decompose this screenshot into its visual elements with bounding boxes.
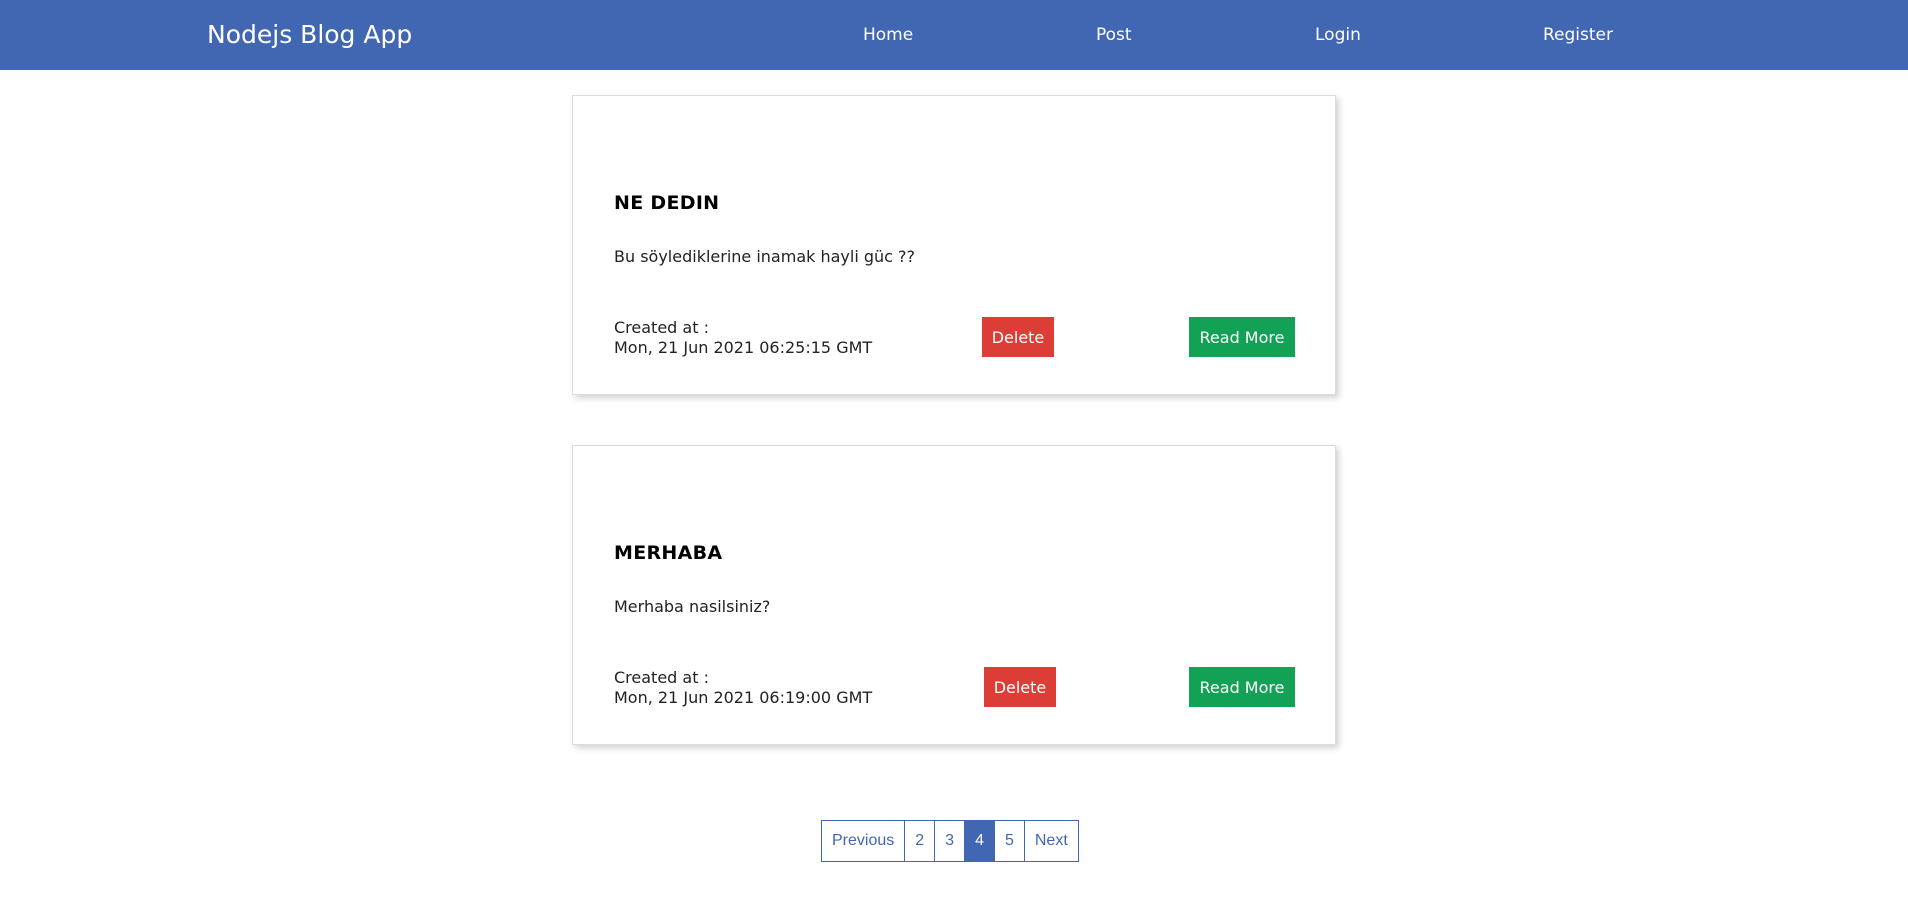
pagination: Previous 2 3 4 5 Next — [821, 820, 1079, 862]
post-created: Created at : Mon, 21 Jun 2021 06:25:15 G… — [614, 318, 872, 358]
nav-link-post[interactable]: Post — [1096, 25, 1132, 45]
pagination-next[interactable]: Next — [1024, 821, 1078, 861]
nav-link-home[interactable]: Home — [863, 25, 913, 45]
post-created: Created at : Mon, 21 Jun 2021 06:19:00 G… — [614, 668, 872, 708]
read-more-button[interactable]: Read More — [1189, 317, 1295, 357]
created-label: Created at : — [614, 318, 709, 337]
pagination-page-3[interactable]: 3 — [935, 821, 966, 861]
post-card: MERHABA Merhaba nasilsiniz? Created at :… — [572, 445, 1336, 745]
post-body: Merhaba nasilsiniz? — [614, 597, 771, 616]
pagination-page-2[interactable]: 2 — [905, 821, 936, 861]
brand-link[interactable]: Nodejs Blog App — [207, 20, 412, 49]
created-label: Created at : — [614, 668, 709, 687]
created-date: Mon, 21 Jun 2021 06:25:15 GMT — [614, 338, 873, 357]
delete-button[interactable]: Delete — [984, 667, 1056, 707]
pagination-page-5[interactable]: 5 — [994, 821, 1025, 861]
pagination-previous[interactable]: Previous — [822, 821, 906, 861]
nav-link-register[interactable]: Register — [1543, 25, 1613, 45]
pagination-page-4-active[interactable]: 4 — [965, 821, 995, 861]
post-card: NE DEDIN Bu söylediklerine inamak hayli … — [572, 95, 1336, 395]
post-title: NE DEDIN — [614, 192, 720, 214]
post-title: MERHABA — [614, 542, 723, 564]
read-more-button[interactable]: Read More — [1189, 667, 1295, 707]
created-date: Mon, 21 Jun 2021 06:19:00 GMT — [614, 688, 873, 707]
post-body: Bu söylediklerine inamak hayli güc ?? — [614, 247, 916, 266]
navbar: Nodejs Blog App Home Post Login Register — [0, 0, 1908, 70]
nav-link-login[interactable]: Login — [1315, 25, 1361, 45]
delete-button[interactable]: Delete — [982, 317, 1054, 357]
